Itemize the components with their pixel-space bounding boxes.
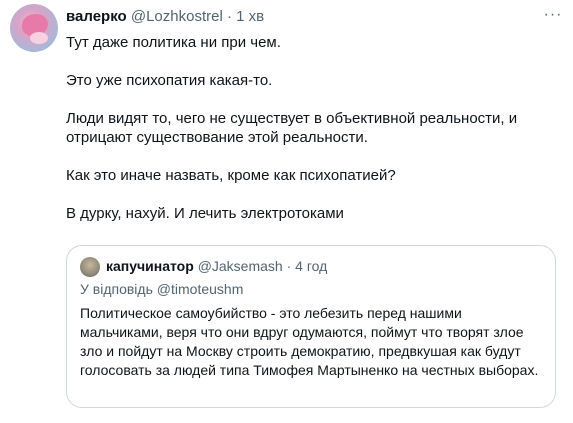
tweet-text: Тут даже политика ни при чем. Это уже пс… xyxy=(66,33,556,223)
quoted-timestamp[interactable]: 4 год xyxy=(295,258,327,274)
avatar-image-detail xyxy=(30,32,48,44)
avatar[interactable] xyxy=(10,4,58,52)
quoted-author-name[interactable]: капучинатор xyxy=(106,258,194,274)
separator-dot: · xyxy=(226,8,232,25)
quoted-text: Политическое самоубийство - это лебезить… xyxy=(80,305,539,378)
reply-handle[interactable]: @timoteushm xyxy=(157,281,244,297)
tweet-paragraph: Это уже психопатия какая-то. xyxy=(66,72,273,89)
tweet-header: валерко @Lozhkostrel · 1 хв xyxy=(66,8,264,25)
timestamp[interactable]: 1 хв xyxy=(236,8,264,25)
tweet-paragraph: Тут даже политика ни при чем. xyxy=(66,34,281,51)
quoted-tweet[interactable]: капучинатор @Jaksemash · 4 год У відпові… xyxy=(66,245,556,408)
more-options-icon[interactable]: ··· xyxy=(542,6,564,24)
quoted-avatar[interactable] xyxy=(80,257,100,277)
reply-context: У відповідь @timoteushm xyxy=(80,281,243,297)
tweet-paragraph: Как это иначе назвать, кроме как психопа… xyxy=(66,167,396,184)
reply-prefix: У відповідь xyxy=(80,281,153,297)
separator-dot: · xyxy=(286,258,292,274)
quoted-author-handle[interactable]: @Jaksemash xyxy=(198,258,283,274)
tweet-paragraph: В дурку, нахуй. И лечить электротоками xyxy=(66,205,344,222)
tweet: валерко @Lozhkostrel · 1 хв ··· Тут даже… xyxy=(0,0,573,423)
author-handle[interactable]: @Lozhkostrel xyxy=(131,8,223,25)
author-name[interactable]: валерко xyxy=(66,8,127,25)
quoted-header: капучинатор @Jaksemash · 4 год xyxy=(106,258,327,274)
tweet-paragraph: Люди видят то, чего не существует в объе… xyxy=(66,110,518,146)
